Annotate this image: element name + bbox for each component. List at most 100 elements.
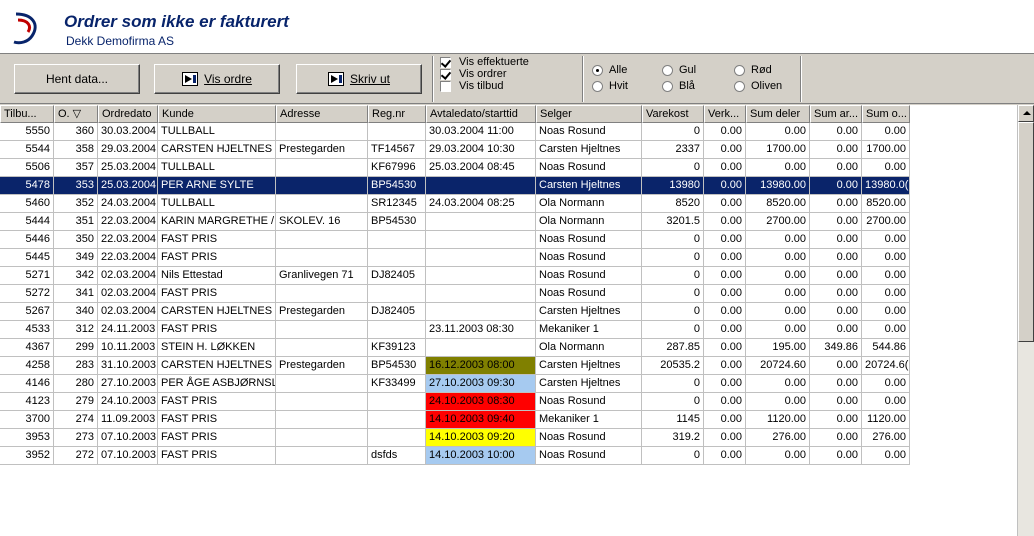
table-row[interactable]: 4367 299 10.11.2003 STEIN H. LØKKEN KF39123 O… [0, 339, 910, 357]
radio-olive[interactable]: Oliven [734, 80, 782, 92]
scroll-thumb[interactable] [1018, 122, 1034, 342]
column-header-tilbud[interactable]: Tilbu... [0, 105, 54, 123]
cell-ordre: 273 [54, 429, 98, 447]
table-row[interactable]: 5444 351 22.03.2004 KARIN MARGRETHE / SKOLEV… [0, 213, 910, 231]
table-row[interactable]: 4123 279 24.10.2003 FAST PRIS 24.10.2003 08:… [0, 393, 910, 411]
cell-ordredato: 25.03.2004 [98, 177, 158, 195]
cell-ordre: 360 [54, 123, 98, 141]
table-row[interactable]: 5544 358 29.03.2004 CARSTEN HJELTNES Presteg… [0, 141, 910, 159]
table-row[interactable]: 5267 340 02.03.2004 CARSTEN HJELTNES Presteg… [0, 303, 910, 321]
radio-white[interactable]: Hvit [592, 80, 628, 92]
column-header-varekost[interactable]: Varekost [642, 105, 704, 123]
show-order-button[interactable]: Vis ordre [154, 64, 280, 94]
checkbox-box[interactable] [440, 68, 451, 80]
table-row[interactable]: 4146 280 27.10.2003 PER ÅGE ASBJØRNSL KF3349… [0, 375, 910, 393]
cell-sum-ordre: 0.00 [862, 393, 910, 411]
table-row[interactable]: 5272 341 02.03.2004 FAST PRIS Noas Rosund 0 0.… [0, 285, 910, 303]
order-icon [182, 72, 199, 86]
cell-sum-deler: 0.00 [746, 321, 810, 339]
vertical-scrollbar[interactable] [1017, 105, 1034, 536]
cell-regnr [368, 429, 426, 447]
column-header-verksted[interactable]: Verk... [704, 105, 746, 123]
radio-blue[interactable]: Blå [662, 80, 695, 92]
radio-circle[interactable] [734, 80, 745, 92]
table-row[interactable]: 4258 283 31.10.2003 CARSTEN HJELTNES Presteg… [0, 357, 910, 375]
radio-circle[interactable] [734, 64, 745, 76]
cell-sum-deler: 2700.00 [746, 213, 810, 231]
cell-selger: Noas Rosund [536, 231, 642, 249]
cell-tilbud: 5445 [0, 249, 54, 267]
radio-circle[interactable] [592, 80, 603, 92]
filter-checkboxes: Vis effektuerte Vis ordrer Vis tilbud [440, 56, 529, 92]
print-button[interactable]: Skriv ut [296, 64, 422, 94]
table-row[interactable]: 4533 312 24.11.2003 FAST PRIS 23.11.2003 08:… [0, 321, 910, 339]
cell-adresse [276, 285, 368, 303]
cell-sum-arbeid: 0.00 [810, 177, 862, 195]
column-header-kunde[interactable]: Kunde [158, 105, 276, 123]
column-header-regnr[interactable]: Reg.nr [368, 105, 426, 123]
cell-tilbud: 3953 [0, 429, 54, 447]
scroll-up-icon[interactable] [1018, 105, 1034, 122]
table-row[interactable]: 5506 357 25.03.2004 TULLBALL KF67996 25.03.20… [0, 159, 910, 177]
radio-all[interactable]: Alle [592, 64, 627, 76]
cell-regnr [368, 411, 426, 429]
radio-red[interactable]: Rød [734, 64, 772, 76]
cell-varekost: 0 [642, 249, 704, 267]
fetch-data-button[interactable]: Hent data... [14, 64, 140, 94]
checkbox-box[interactable] [440, 56, 451, 68]
cell-sum-arbeid: 0.00 [810, 393, 862, 411]
column-header-selger[interactable]: Selger [536, 105, 642, 123]
cell-tilbud: 5446 [0, 231, 54, 249]
table-row[interactable]: 5271 342 02.03.2004 Nils Ettestad Granlivege… [0, 267, 910, 285]
radio-circle[interactable] [662, 64, 673, 76]
cell-sum-deler: 0.00 [746, 447, 810, 465]
table-row[interactable]: 5446 350 22.03.2004 FAST PRIS Noas Rosund 0 0.… [0, 231, 910, 249]
cell-sum-arbeid: 0.00 [810, 249, 862, 267]
cell-ordre: 351 [54, 213, 98, 231]
orders-grid[interactable]: Tilbu... O. ▽ Ordredato Kunde Adresse Reg.nr A… [0, 105, 1034, 536]
column-header-ordredato[interactable]: Ordredato [98, 105, 158, 123]
table-row[interactable]: 3952 272 07.10.2003 FAST PRIS dsfds 14.10.200… [0, 447, 910, 465]
cell-sum-ordre: 0.00 [862, 231, 910, 249]
radio-circle[interactable] [592, 64, 603, 76]
table-row[interactable]: 5478 353 25.03.2004 PER ARNE SYLTE BP54530 Ca… [0, 177, 910, 195]
column-header-adresse[interactable]: Adresse [276, 105, 368, 123]
cell-varekost: 3201.5 [642, 213, 704, 231]
checkbox-box[interactable] [440, 80, 451, 92]
checkbox-show-quotes[interactable]: Vis tilbud [440, 80, 529, 92]
column-header-avtaledato[interactable]: Avtaledato/starttid [426, 105, 536, 123]
cell-selger: Carsten Hjeltnes [536, 375, 642, 393]
cell-varekost: 0 [642, 285, 704, 303]
cell-avtaledato: 27.10.2003 09:30 [426, 375, 536, 393]
cell-adresse [276, 249, 368, 267]
cell-varekost: 0 [642, 393, 704, 411]
table-row[interactable]: 5550 360 30.03.2004 TULLBALL 30.03.2004 11:0… [0, 123, 910, 141]
checkbox-label: Vis effektuerte [459, 56, 529, 68]
cell-adresse [276, 429, 368, 447]
cell-ordre: 358 [54, 141, 98, 159]
cell-varekost: 0 [642, 321, 704, 339]
cell-tilbud: 4258 [0, 357, 54, 375]
table-row[interactable]: 3953 273 07.10.2003 FAST PRIS 14.10.2003 09:… [0, 429, 910, 447]
cell-kunde: CARSTEN HJELTNES [158, 303, 276, 321]
table-row[interactable]: 3700 274 11.09.2003 FAST PRIS 14.10.2003 09:… [0, 411, 910, 429]
cell-avtaledato: 23.11.2003 08:30 [426, 321, 536, 339]
column-header-ordre[interactable]: O. ▽ [54, 105, 98, 123]
cell-kunde: TULLBALL [158, 123, 276, 141]
checkbox-show-completed[interactable]: Vis effektuerte [440, 56, 529, 68]
cell-verksted: 0.00 [704, 141, 746, 159]
radio-yellow[interactable]: Gul [662, 64, 696, 76]
cell-ordredato: 24.03.2004 [98, 195, 158, 213]
cell-sum-deler: 0.00 [746, 249, 810, 267]
column-header-sum-arbeid[interactable]: Sum ar... [810, 105, 862, 123]
cell-varekost: 2337 [642, 141, 704, 159]
cell-sum-deler: 195.00 [746, 339, 810, 357]
app-logo-icon [13, 12, 37, 45]
table-row[interactable]: 5460 352 24.03.2004 TULLBALL SR12345 24.03.20… [0, 195, 910, 213]
column-header-sum-ordre[interactable]: Sum o... [862, 105, 910, 123]
cell-kunde: FAST PRIS [158, 429, 276, 447]
table-row[interactable]: 5445 349 22.03.2004 FAST PRIS Noas Rosund 0 0.… [0, 249, 910, 267]
column-header-sum-deler[interactable]: Sum deler [746, 105, 810, 123]
radio-circle[interactable] [662, 80, 673, 92]
checkbox-show-orders[interactable]: Vis ordrer [440, 68, 529, 80]
